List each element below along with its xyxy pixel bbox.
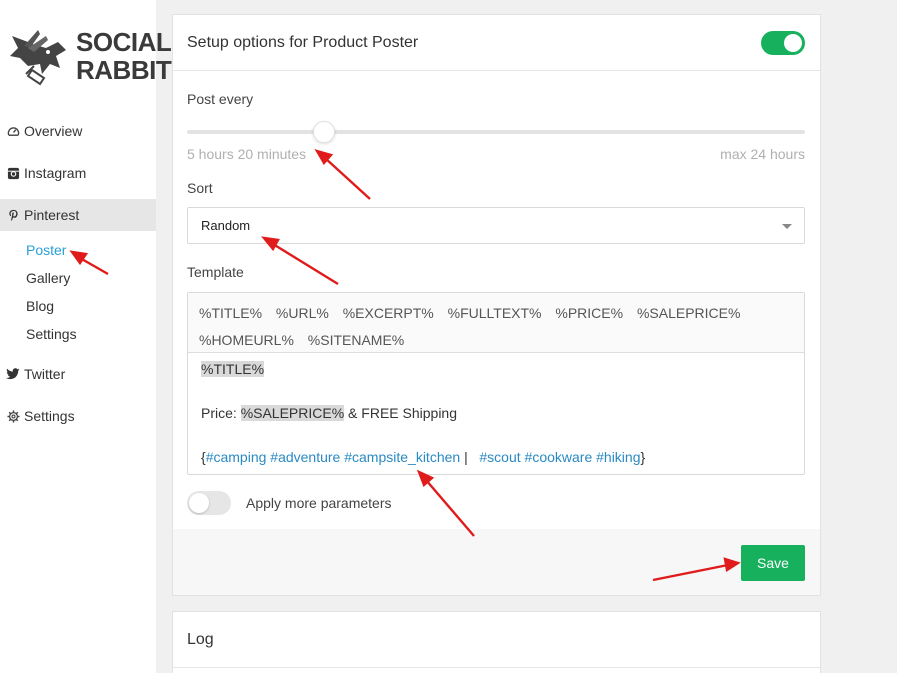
save-button[interactable]: Save [741,545,805,581]
gear-icon [6,409,20,423]
template-editor: %TITLE% %URL% %EXCERPT% %FULLTEXT% %PRIC… [187,292,805,475]
sidebar-item-overview[interactable]: Overview [0,115,156,147]
log-title: Log [187,631,214,648]
more-params-label: Apply more parameters [246,495,392,511]
poster-settings-card: Setup options for Product Poster Post ev… [172,14,821,596]
sidebar-item-settings[interactable]: Settings [0,400,156,432]
post-every-label: Post every [187,91,254,107]
template-tag-saleprice: %SALEPRICE% [240,405,345,421]
template-hashtags-b: #scout #cookware #hiking [479,449,641,465]
post-every-slider-handle[interactable] [313,121,335,143]
sidebar-item-pinterest[interactable]: Pinterest [0,199,156,231]
dashboard-icon [6,124,20,138]
brand-line-1: SOCIAL [76,27,172,57]
post-every-max: max 24 hours [720,146,805,162]
sidebar-subitem-blog[interactable]: Blog [26,298,54,314]
card-title: Setup options for Product Poster [187,34,419,51]
brand-line-2: RABBIT [76,55,172,85]
tag-saleprice[interactable]: %SALEPRICE% [637,305,740,321]
post-every-value: 5 hours 20 minutes [187,146,307,162]
tag-excerpt[interactable]: %EXCERPT% [343,305,434,321]
sidebar-item-twitter[interactable]: Twitter [0,358,156,390]
tag-homeurl[interactable]: %HOMEURL% [199,332,294,348]
more-params-toggle[interactable] [187,491,231,515]
sort-select[interactable]: Random [187,207,805,244]
template-line-1: %TITLE% [201,361,265,377]
card-footer: Save [173,529,820,595]
toggle-knob [189,493,209,513]
sidebar-subitem-gallery[interactable]: Gallery [26,270,70,286]
template-label: Template [187,264,244,280]
log-card: Log [172,611,821,673]
card-header: Setup options for Product Poster [173,15,820,71]
sidebar: SOCIAL RABBIT Overview Instagram Pintere… [0,0,172,673]
template-tags-bar: %TITLE% %URL% %EXCERPT% %FULLTEXT% %PRIC… [188,293,804,353]
sort-label: Sort [187,180,213,196]
template-line-3: {#camping #adventure #campsite_kitchen |… [201,449,645,465]
sort-selected-value: Random [201,218,251,233]
sidebar-item-label: Overview [24,123,83,139]
toggle-knob [784,34,802,52]
post-every-slider-track[interactable] [187,130,805,134]
brand-name: SOCIAL RABBIT [76,27,172,85]
twitter-icon [6,367,20,381]
sidebar-item-label: Settings [24,408,75,424]
chevron-down-icon [782,224,792,229]
sidebar-item-label: Pinterest [24,207,80,223]
sidebar-item-label: Instagram [24,165,87,181]
sidebar-item-label: Twitter [24,366,66,382]
sidebar-item-instagram[interactable]: Instagram [0,157,156,189]
sidebar-subitem-settings[interactable]: Settings [26,326,77,342]
template-tag-title: %TITLE% [201,361,265,377]
social-rabbit-logo[interactable]: SOCIAL RABBIT [6,26,172,88]
tag-fulltext[interactable]: %FULLTEXT% [448,305,542,321]
sidebar-subitem-poster[interactable]: Poster [26,242,66,258]
instagram-icon [6,166,20,180]
enable-toggle[interactable] [761,31,805,55]
template-separator: | [460,449,480,465]
tag-sitename[interactable]: %SITENAME% [308,332,404,348]
tag-url[interactable]: %URL% [276,305,329,321]
divider [173,667,820,668]
tag-title[interactable]: %TITLE% [199,305,262,321]
pinterest-icon [6,208,20,222]
template-line-2: Price: %SALEPRICE% & FREE Shipping [201,405,457,421]
template-brace-close: } [640,449,646,465]
template-hashtags-a: #camping #adventure #campsite_kitchen [205,449,461,465]
tag-price[interactable]: %PRICE% [555,305,623,321]
template-price-suffix: & FREE Shipping [344,405,458,421]
template-price-prefix: Price: [201,405,241,421]
rabbit-icon [10,30,66,86]
